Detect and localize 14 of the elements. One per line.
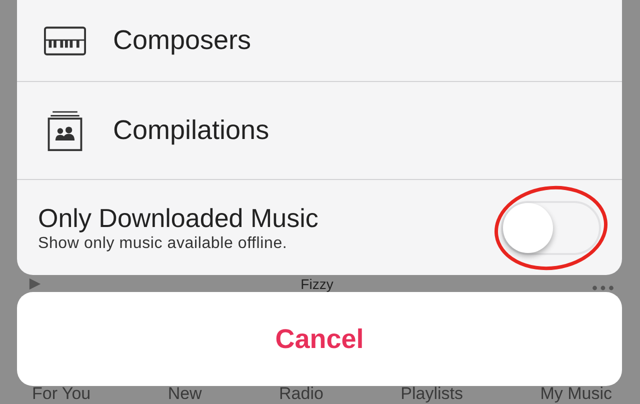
setting-description: Show only music available offline. <box>38 234 288 254</box>
tab-item[interactable]: For You <box>32 384 91 404</box>
toggle-switch[interactable] <box>501 200 601 254</box>
more-icon[interactable] <box>592 285 614 291</box>
tab-item[interactable]: Playlists <box>400 384 464 404</box>
cancel-button[interactable]: Cancel <box>17 292 622 386</box>
piano-keys-icon <box>44 26 86 56</box>
tab-item[interactable]: My Music <box>540 384 612 404</box>
tab-item[interactable]: New <box>168 384 202 404</box>
menu-item[interactable]: Compilations <box>17 82 622 180</box>
tab-item[interactable]: Radio <box>279 384 324 404</box>
menu-item[interactable]: Composers <box>17 0 622 82</box>
setting-title: Only Downloaded Music <box>38 202 318 234</box>
track-title: Fizzy <box>300 276 334 292</box>
